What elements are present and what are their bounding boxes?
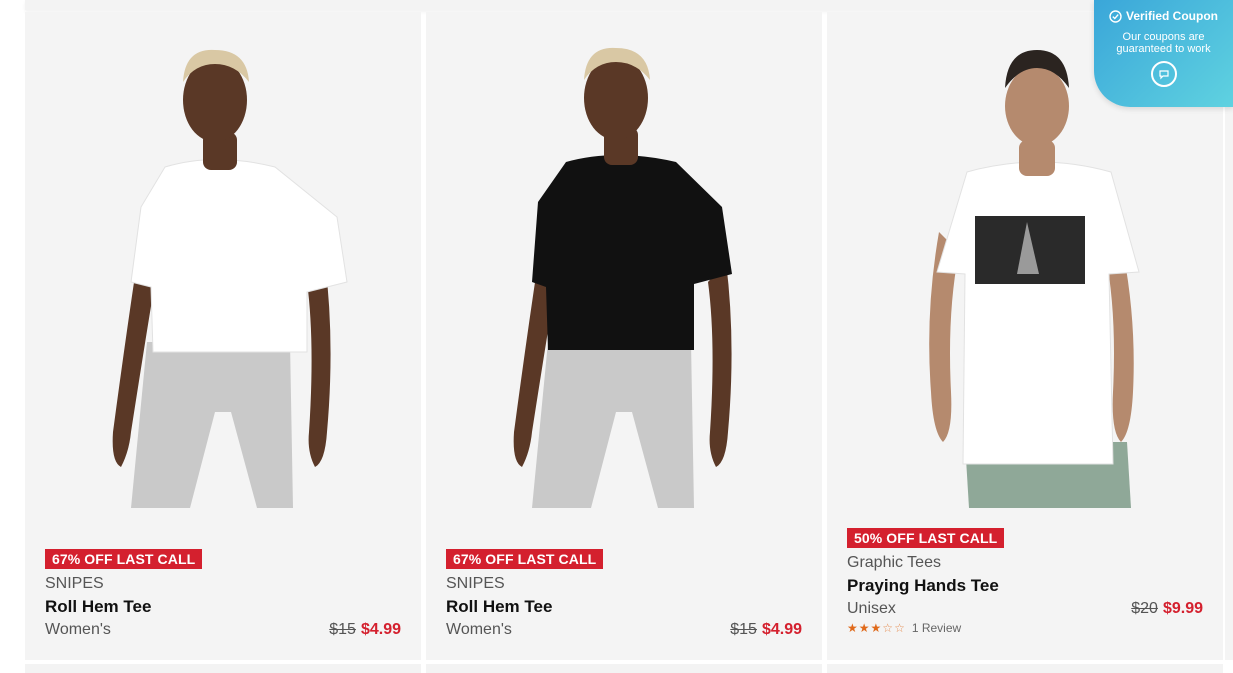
product-gender: Women's [45, 621, 111, 638]
verified-coupon-widget[interactable]: Verified Coupon Our coupons are guarante… [1094, 0, 1233, 107]
top-strip [25, 0, 1223, 10]
chat-icon[interactable] [1150, 61, 1177, 87]
sale-price: $4.99 [761, 621, 802, 638]
product-image[interactable] [25, 12, 421, 508]
product-brand: SNIPES [45, 575, 104, 592]
product-gender: Women's [446, 621, 512, 638]
star-icon: ★ [858, 621, 871, 635]
discount-badge: 50% OFF LAST CALL [847, 528, 1005, 548]
rating-row[interactable]: ★★★☆☆ 1 Review [847, 621, 1203, 635]
next-row-card [25, 664, 421, 673]
sale-price: $4.99 [360, 621, 401, 638]
coupon-title: Verified Coupon [1125, 9, 1218, 23]
original-price: $15 [329, 621, 356, 638]
product-name[interactable]: Roll Hem Tee [45, 597, 401, 617]
next-row-card [426, 664, 822, 673]
star-rating: ★★★☆☆ [847, 621, 906, 635]
product-price: $20 $9.99 [1131, 599, 1203, 619]
product-card[interactable]: 50% OFF LAST CALL Graphic Tees Praying H… [827, 12, 1223, 660]
next-card-edge [1225, 12, 1233, 660]
check-circle-icon [1109, 9, 1122, 23]
product-brand: Graphic Tees [847, 554, 941, 571]
original-price: $15 [730, 621, 757, 638]
product-gender: Unisex [847, 600, 896, 617]
discount-badge: 67% OFF LAST CALL [446, 549, 604, 569]
coupon-subtitle: Our coupons are guaranteed to work [1116, 31, 1211, 55]
original-price: $20 [1131, 600, 1158, 617]
product-brand: SNIPES [446, 575, 505, 592]
star-icon: ★ [847, 621, 859, 635]
product-price: $15 $4.99 [329, 620, 401, 640]
next-row-card [827, 664, 1223, 673]
product-name[interactable]: Roll Hem Tee [446, 597, 802, 617]
product-card[interactable]: 67% OFF LAST CALL SNIPES Roll Hem Tee Wo… [426, 12, 822, 660]
sale-price: $9.99 [1162, 600, 1203, 617]
product-name[interactable]: Praying Hands Tee [847, 576, 1203, 596]
discount-badge: 67% OFF LAST CALL [45, 549, 203, 569]
product-image[interactable] [426, 12, 822, 508]
star-icon: ★ [870, 621, 883, 635]
product-price: $15 $4.99 [730, 620, 802, 640]
coupon-title-row: Verified Coupon [1094, 9, 1233, 23]
star-outline-icon: ☆ [894, 621, 906, 635]
review-count[interactable]: 1 Review [912, 621, 961, 635]
product-card[interactable]: 67% OFF LAST CALL SNIPES Roll Hem Tee Wo… [25, 12, 421, 660]
star-outline-icon: ☆ [882, 621, 895, 635]
